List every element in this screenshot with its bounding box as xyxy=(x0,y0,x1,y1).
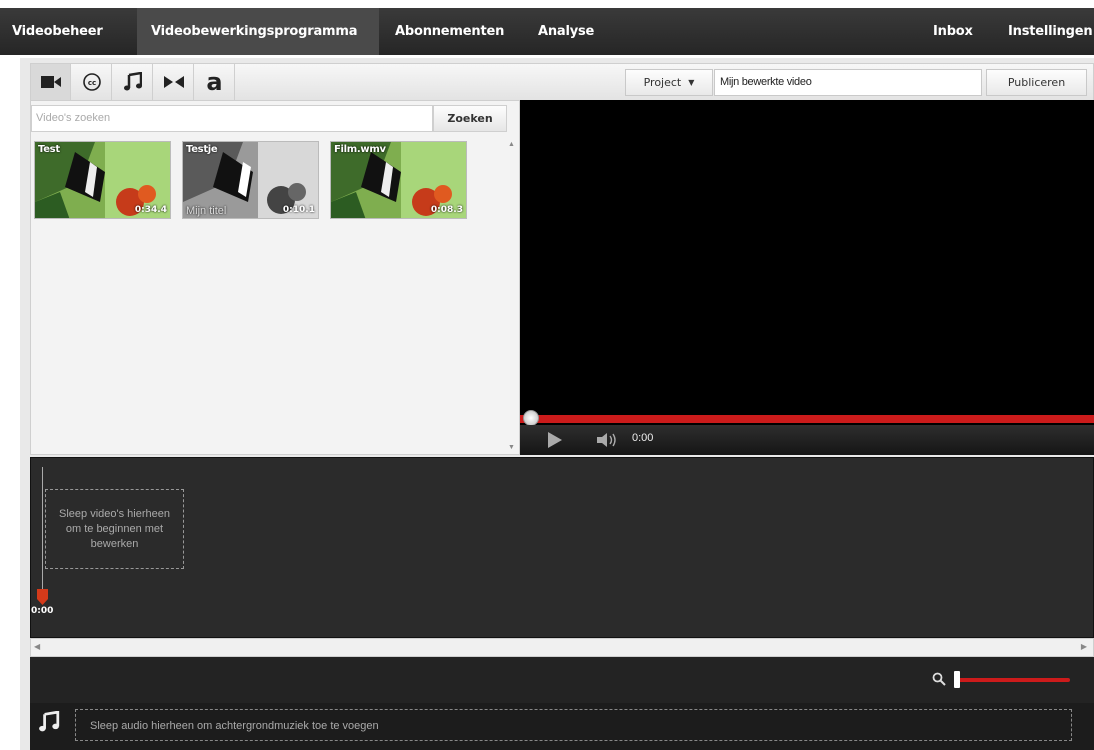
publish-button[interactable]: Publiceren xyxy=(986,69,1087,96)
clip-title: Testje xyxy=(186,144,218,155)
timeline xyxy=(30,457,1094,638)
timeline-scrollbar[interactable]: ◀ ▶ xyxy=(30,638,1094,657)
clip-title: Test xyxy=(38,144,60,155)
clip-duration: 0:10.1 xyxy=(282,205,315,215)
library-scrollbar[interactable]: ▲ ▼ xyxy=(506,135,518,453)
audio-dropzone[interactable]: Sleep audio hierheen om achtergrondmuzie… xyxy=(75,709,1072,741)
video-dropzone-text: Sleep video's hierheen om te beginnen me… xyxy=(59,507,170,550)
video-preview[interactable] xyxy=(520,100,1094,455)
audio-dropzone-text: Sleep audio hierheen om achtergrondmuzie… xyxy=(90,720,379,732)
scroll-left-icon[interactable]: ◀ xyxy=(34,642,40,651)
chevron-down-icon: ▼ xyxy=(688,78,695,87)
nav-item-videobeheer[interactable]: Videobeheer xyxy=(12,8,103,55)
search-button[interactable]: Zoeken xyxy=(433,105,507,132)
music-note-icon xyxy=(38,710,60,733)
volume-icon[interactable] xyxy=(595,431,623,449)
nav-item-analyse[interactable]: Analyse xyxy=(538,8,594,55)
progress-bar[interactable] xyxy=(520,415,1094,423)
transitions-icon[interactable] xyxy=(154,64,194,100)
clip-thumbnail[interactable]: Film.wmv 0:08.3 xyxy=(330,141,467,219)
nav-item-videobewerkingsprogramma[interactable]: Videobewerkingsprogramma xyxy=(137,8,379,55)
text-tool-icon[interactable]: a xyxy=(195,64,235,100)
music-note-icon[interactable] xyxy=(113,64,153,100)
top-nav: Videobeheer Videobewerkingsprogramma Abo… xyxy=(0,8,1094,55)
captions-icon[interactable]: cc xyxy=(72,64,112,100)
clip-title: Film.wmv xyxy=(334,144,386,155)
playhead-line xyxy=(42,467,43,592)
zoom-slider[interactable] xyxy=(958,678,1070,682)
project-title-input[interactable]: Mijn bewerkte video xyxy=(714,69,982,96)
video-dropzone[interactable]: Sleep video's hierheen om te beginnen me… xyxy=(45,489,184,569)
clip-overlay-text: Mijn titel xyxy=(186,205,227,217)
scroll-right-icon[interactable]: ▶ xyxy=(1081,642,1087,651)
play-icon[interactable] xyxy=(546,431,564,449)
zoom-icon xyxy=(932,672,946,686)
player-timecode: 0:00 xyxy=(632,432,654,444)
clip-thumbnail[interactable]: Testje Mijn titel 0:10.1 xyxy=(182,141,319,219)
nav-item-abonnementen[interactable]: Abonnementen xyxy=(395,8,504,55)
scroll-down-icon[interactable]: ▼ xyxy=(508,444,515,451)
zoom-slider-handle[interactable] xyxy=(954,671,960,688)
clip-duration: 0:34.4 xyxy=(134,205,167,215)
project-label: Project xyxy=(643,76,682,89)
project-dropdown[interactable]: Project ▼ xyxy=(625,69,713,96)
nav-item-inbox[interactable]: Inbox xyxy=(933,8,973,55)
playhead-marker[interactable] xyxy=(37,589,48,605)
video-camera-icon[interactable] xyxy=(31,64,71,100)
svg-text:cc: cc xyxy=(87,79,95,87)
clip-thumbnail[interactable]: Test 0:34.4 xyxy=(34,141,171,219)
video-search-input[interactable]: Video's zoeken xyxy=(31,105,433,132)
scroll-up-icon[interactable]: ▲ xyxy=(508,141,515,148)
nav-item-instellingen[interactable]: Instellingen xyxy=(1008,8,1093,55)
playhead-time: 0:00 xyxy=(31,606,54,616)
progress-handle[interactable] xyxy=(523,410,539,426)
clip-duration: 0:08.3 xyxy=(430,205,463,215)
